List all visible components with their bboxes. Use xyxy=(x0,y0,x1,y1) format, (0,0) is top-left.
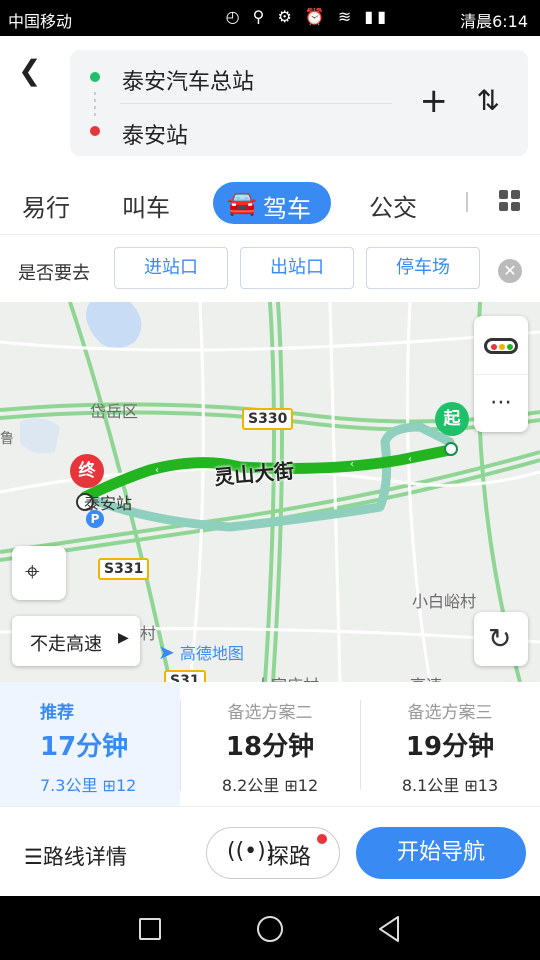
locate-button[interactable]: ⌖ xyxy=(12,546,66,600)
plan-option-2[interactable]: 备选方案二 18分钟 8.2公里 ⊞12 xyxy=(180,682,360,806)
plan-duration: 18分钟 xyxy=(225,732,315,762)
svg-text:‹: ‹ xyxy=(155,465,159,476)
plan-distance: 8.1公里 xyxy=(401,776,460,795)
district-label: 岱岳区 xyxy=(90,402,139,421)
route-divider xyxy=(120,103,392,104)
svg-text:‹: ‹ xyxy=(350,459,354,470)
tab-yixing[interactable]: 易行 xyxy=(22,188,70,223)
traffic-light-icon: ⊞ xyxy=(464,776,478,795)
origin-dot-icon xyxy=(90,72,100,82)
map-tools-panel: ⋯ xyxy=(474,316,528,432)
swap-route-icon[interactable]: ⇅ xyxy=(477,86,500,116)
road-tag-s331: S331 xyxy=(98,558,150,580)
plan-stats: 8.1公里 ⊞13 xyxy=(360,772,540,796)
close-icon[interactable]: ✕ xyxy=(498,259,522,283)
traffic-light-icon: ⊞ xyxy=(102,776,116,795)
route-connector-icon xyxy=(94,92,96,118)
plan-stats: 8.2公里 ⊞12 xyxy=(180,772,360,796)
village-left-label: 村 xyxy=(140,624,157,643)
add-waypoint-icon[interactable]: + xyxy=(420,84,449,118)
svg-text:‹: ‹ xyxy=(408,454,412,465)
destination-field[interactable]: 泰安站 xyxy=(122,118,188,150)
plan-option-1[interactable]: 推荐 17分钟 7.3公里 ⊞12 xyxy=(0,682,180,806)
end-pin-icon: 终 xyxy=(70,454,104,488)
list-icon: ☰ xyxy=(24,845,43,869)
plan-lights: 13 xyxy=(477,776,499,795)
tab-bus[interactable]: 公交 xyxy=(369,188,417,223)
map-view[interactable]: ‹‹‹ 岱岳区 鲁 泰安站 小白峪村 村 大官庄村 高速 S330 S331 S… xyxy=(0,302,540,682)
traffic-icon[interactable] xyxy=(484,338,518,354)
route-header: ❮ 泰安汽车总站 泰安站 + ⇅ xyxy=(0,36,540,174)
clock: 清晨6:14 xyxy=(460,12,528,31)
route-inputs: 泰安汽车总站 泰安站 + ⇅ xyxy=(70,50,528,156)
system-nav-bar xyxy=(0,896,540,960)
route-plans: 推荐 17分钟 7.3公里 ⊞12 备选方案二 18分钟 8.2公里 ⊞12 备… xyxy=(0,682,540,806)
village-label: 小白峪村 xyxy=(412,592,477,611)
station-entrance-prompt: 是否要去 进站口 出站口 停车场 ✕ xyxy=(0,234,540,302)
arrow-right-icon: ▶ xyxy=(118,630,129,646)
amap-logo-text: 高德地图 xyxy=(179,644,244,663)
plan-lights: 12 xyxy=(115,776,137,795)
tab-drive-label: 驾车 xyxy=(263,195,311,223)
plan-distance: 8.2公里 xyxy=(221,776,280,795)
status-icons: ◴ ⚲ ⚙ ⏰ ≋ ▮▮ xyxy=(225,7,390,26)
destination-dot-icon xyxy=(90,126,100,136)
parking-option-button[interactable]: 停车场 xyxy=(366,247,480,289)
transport-tabs: 易行 叫车 🚘 驾车 公交 xyxy=(0,174,540,234)
carrier-label: 中国移动 xyxy=(8,12,73,31)
origin-field[interactable]: 泰安汽车总站 xyxy=(122,64,254,96)
recent-apps-icon[interactable] xyxy=(139,918,161,940)
car-icon: 🚘 xyxy=(227,189,257,217)
bottom-village-label: 大官庄村 xyxy=(255,672,319,682)
amap-logo: ➤ 高德地图 xyxy=(158,640,244,664)
refresh-icon: ↻ xyxy=(488,622,512,655)
back-nav-icon[interactable] xyxy=(376,915,402,943)
route-details-button[interactable]: ☰路线详情 xyxy=(24,841,127,871)
parking-icon: P xyxy=(86,510,104,528)
traffic-light-icon: ⊞ xyxy=(284,776,298,795)
back-icon[interactable]: ❮ xyxy=(18,56,48,86)
more-modes-icon[interactable] xyxy=(499,190,521,212)
edge-label: 鲁 xyxy=(0,431,14,447)
tab-drive[interactable]: 🚘 驾车 xyxy=(213,182,331,224)
start-pin-icon: 起 xyxy=(435,402,469,436)
home-icon[interactable] xyxy=(257,916,283,942)
plan-distance: 7.3公里 xyxy=(40,776,98,795)
avoid-highway-label: 不走高速 xyxy=(30,634,102,655)
refresh-button[interactable]: ↻ xyxy=(474,612,528,666)
status-bar: 中国移动 ◴ ⚲ ⚙ ⏰ ≋ ▮▮ 清晨6:14 xyxy=(0,0,540,36)
plan-lights: 12 xyxy=(297,776,319,795)
exit-option-button[interactable]: 出站口 xyxy=(240,247,354,289)
explore-route-button[interactable]: ((•)) 探路 xyxy=(206,827,340,879)
station-question: 是否要去 xyxy=(18,263,90,284)
explore-label: 探路 xyxy=(267,845,312,870)
bottom-right-label: 高速 xyxy=(410,672,442,682)
plan-duration: 19分钟 xyxy=(405,732,495,762)
avoid-highway-button[interactable]: 不走高速 ▶ xyxy=(12,616,140,666)
bottom-actions: ☰路线详情 ((•)) 探路 开始导航 xyxy=(0,806,540,896)
amap-logo-icon: ➤ xyxy=(158,640,175,664)
route-details-label: 路线详情 xyxy=(42,845,127,869)
tab-overflow-divider xyxy=(466,192,468,212)
road-tag-s330: S330 xyxy=(242,408,294,430)
more-icon[interactable]: ⋯ xyxy=(474,390,528,415)
tab-taxi[interactable]: 叫车 xyxy=(122,188,170,223)
plan-title: 备选方案三 xyxy=(407,703,493,723)
road-tag-s31: S31 xyxy=(164,670,206,682)
notification-dot xyxy=(317,834,327,844)
plan-option-3[interactable]: 备选方案三 19分钟 8.1公里 ⊞13 xyxy=(360,682,540,806)
start-navigation-button[interactable]: 开始导航 xyxy=(356,827,526,879)
entrance-option-button[interactable]: 进站口 xyxy=(114,247,228,289)
plan-title: 备选方案二 xyxy=(227,703,313,723)
locate-icon: ⌖ xyxy=(25,557,40,587)
